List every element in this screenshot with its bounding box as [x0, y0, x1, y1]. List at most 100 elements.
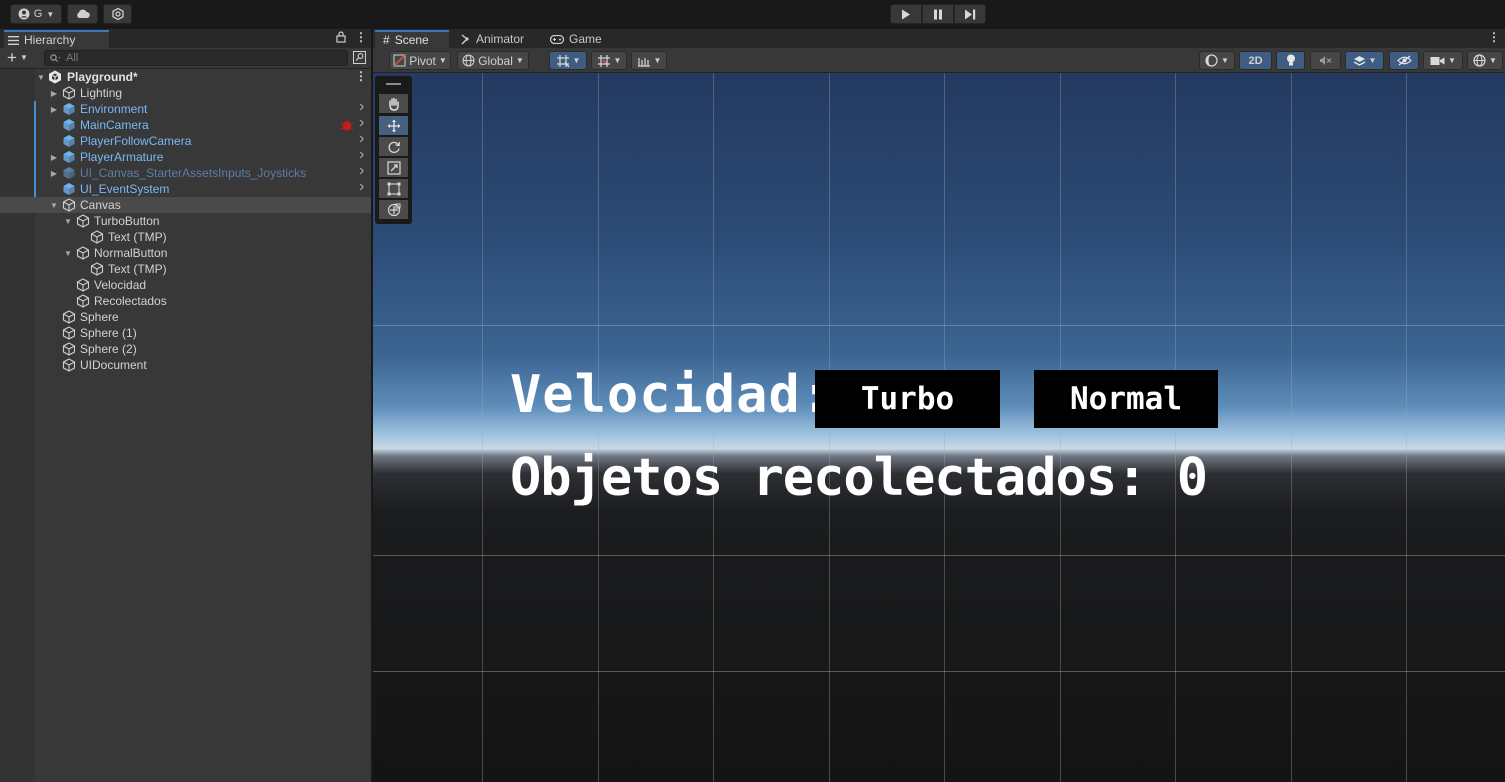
global-dropdown[interactable]: Global ▼ — [457, 51, 529, 70]
hierarchy-row-label: TurboButton — [94, 214, 160, 228]
hierarchy-row[interactable]: ▼ NormalButton — [0, 245, 371, 261]
scene-viewport[interactable]: Velocidad: Turbo Normal Objetos recolect… — [373, 73, 1505, 782]
grid-line — [1406, 73, 1407, 782]
rotate-tool-button[interactable] — [379, 137, 408, 156]
lighting-toggle[interactable] — [1276, 51, 1305, 70]
hierarchy-row[interactable]: Recolectados — [0, 293, 371, 309]
pivot-dropdown[interactable]: Pivot ▼ — [389, 51, 451, 70]
search-scene-icon[interactable] — [353, 51, 366, 64]
step-button[interactable] — [954, 4, 986, 24]
play-button[interactable] — [890, 4, 922, 24]
increment-snap-dropdown[interactable]: ▼ — [591, 51, 627, 70]
open-prefab-chevron-icon[interactable]: › — [359, 178, 364, 196]
pause-button[interactable] — [922, 4, 954, 24]
search-input[interactable]: All — [44, 50, 348, 66]
gizmos-dropdown[interactable]: ▼ — [1467, 51, 1503, 70]
gear-icon — [111, 8, 124, 20]
shading-mode-dropdown[interactable]: ▼ — [1199, 51, 1235, 70]
create-button[interactable]: + ▼ — [7, 49, 28, 66]
scale-tool-button[interactable] — [379, 158, 408, 177]
hierarchy-row-label: Sphere — [80, 310, 119, 324]
gameobject-cube-icon — [62, 310, 76, 324]
fold-expanded-icon[interactable]: ▼ — [36, 69, 46, 85]
toggle-2d-label: 2D — [1248, 54, 1263, 67]
transform-tool-button[interactable] — [379, 200, 408, 219]
hierarchy-row[interactable]: Sphere — [0, 309, 371, 325]
grid-snap-dropdown[interactable]: ▼ — [549, 51, 587, 70]
normal-button[interactable]: Normal — [1034, 370, 1218, 428]
hierarchy-row[interactable]: ▶ Lighting — [0, 85, 371, 101]
rect-tool-button[interactable] — [379, 179, 408, 198]
fold-collapsed-icon[interactable]: ▶ — [49, 165, 59, 181]
services-button[interactable] — [103, 4, 132, 24]
hierarchy-row[interactable]: ▶ PlayerArmature › — [0, 146, 371, 165]
hierarchy-row-label: Recolectados — [94, 294, 167, 308]
grid-icon: # — [383, 33, 390, 47]
hierarchy-row[interactable]: ▼ TurboButton — [0, 213, 371, 229]
turbo-button[interactable]: Turbo — [815, 370, 1000, 428]
tab-game[interactable]: Game — [542, 30, 612, 48]
error-bug-icon[interactable] — [340, 119, 354, 131]
ruler-dropdown[interactable]: ▼ — [631, 51, 667, 70]
prefab-cube-icon — [62, 102, 76, 116]
hierarchy-row[interactable]: Sphere (2) — [0, 341, 371, 357]
fold-expanded-icon[interactable]: ▼ — [49, 197, 59, 213]
audio-toggle[interactable] — [1310, 51, 1341, 70]
tab-hierarchy-label: Hierarchy — [24, 33, 76, 47]
hierarchy-row-label: Text (TMP) — [108, 230, 167, 244]
account-dropdown[interactable]: G ▼ — [10, 4, 62, 24]
tab-animator[interactable]: Animator — [453, 30, 539, 48]
chevron-down-icon: ▼ — [613, 56, 622, 65]
camera-dropdown[interactable]: ▼ — [1423, 51, 1463, 70]
fold-expanded-icon[interactable]: ▼ — [63, 245, 73, 261]
fold-expanded-icon[interactable]: ▼ — [63, 213, 73, 229]
hierarchy-row[interactable]: Text (TMP) — [0, 261, 371, 277]
move-tool-button[interactable] — [379, 116, 408, 135]
hierarchy-row[interactable]: UI_EventSystem › — [0, 178, 371, 197]
cloud-button[interactable] — [67, 4, 98, 24]
hierarchy-row[interactable]: ▶ Environment › — [0, 98, 371, 117]
gizmo-globe-icon — [1473, 54, 1486, 67]
chevron-down-icon: ▼ — [1489, 56, 1497, 65]
scene-header-row[interactable]: ▼ Playground* ⋮ — [0, 69, 371, 85]
effects-dropdown[interactable]: ▼ — [1345, 51, 1384, 70]
scene-options-icon[interactable]: ⋮ — [355, 69, 367, 83]
hierarchy-row-label: Lighting — [80, 86, 123, 100]
hierarchy-row-label: Sphere (2) — [80, 342, 137, 356]
prefab-override-bar — [34, 165, 36, 181]
hierarchy-row[interactable]: PlayerFollowCamera › — [0, 130, 371, 149]
fold-collapsed-icon[interactable]: ▶ — [49, 85, 59, 101]
prefab-cube-icon — [62, 166, 76, 180]
hierarchy-row[interactable]: MainCamera › — [0, 114, 371, 133]
hierarchy-row[interactable]: Velocidad — [0, 277, 371, 293]
grid-snap-icon — [556, 54, 570, 68]
lock-icon[interactable] — [336, 31, 346, 43]
tab-scene-label: Scene — [394, 33, 429, 47]
hierarchy-row[interactable]: ▼ Canvas — [0, 197, 371, 213]
hierarchy-row[interactable]: Sphere (1) — [0, 325, 371, 341]
drag-handle[interactable] — [386, 83, 401, 85]
chevron-down-icon: ▼ — [515, 56, 524, 65]
tab-hierarchy[interactable]: Hierarchy — [4, 30, 109, 48]
prefab-override-bar — [34, 101, 36, 117]
hierarchy-row[interactable]: ▶ UI_Canvas_StarterAssetsInputs_Joysticks… — [0, 162, 371, 181]
hand-tool-button[interactable] — [379, 94, 408, 113]
prefab-cube-icon — [62, 134, 76, 148]
toggle-2d-button[interactable]: 2D — [1239, 51, 1272, 70]
gameobject-cube-icon — [76, 214, 90, 228]
scene-visibility-toggle[interactable] — [1389, 51, 1419, 70]
hierarchy-row[interactable]: Text (TMP) — [0, 229, 371, 245]
mute-icon — [1319, 55, 1332, 66]
fold-collapsed-icon[interactable]: ▶ — [49, 149, 59, 165]
grid-line — [373, 325, 1505, 326]
more-options-icon[interactable]: ⋮ — [1488, 30, 1500, 44]
prefab-override-bar — [34, 149, 36, 165]
grid-line — [1291, 73, 1292, 782]
plus-icon: + — [7, 48, 17, 67]
global-label: Global — [478, 53, 513, 68]
tab-scene[interactable]: # Scene — [375, 30, 449, 48]
pivot-icon — [393, 54, 406, 67]
more-options-icon[interactable]: ⋮ — [355, 30, 367, 44]
hierarchy-row[interactable]: UIDocument — [0, 357, 371, 373]
fold-collapsed-icon[interactable]: ▶ — [49, 101, 59, 117]
